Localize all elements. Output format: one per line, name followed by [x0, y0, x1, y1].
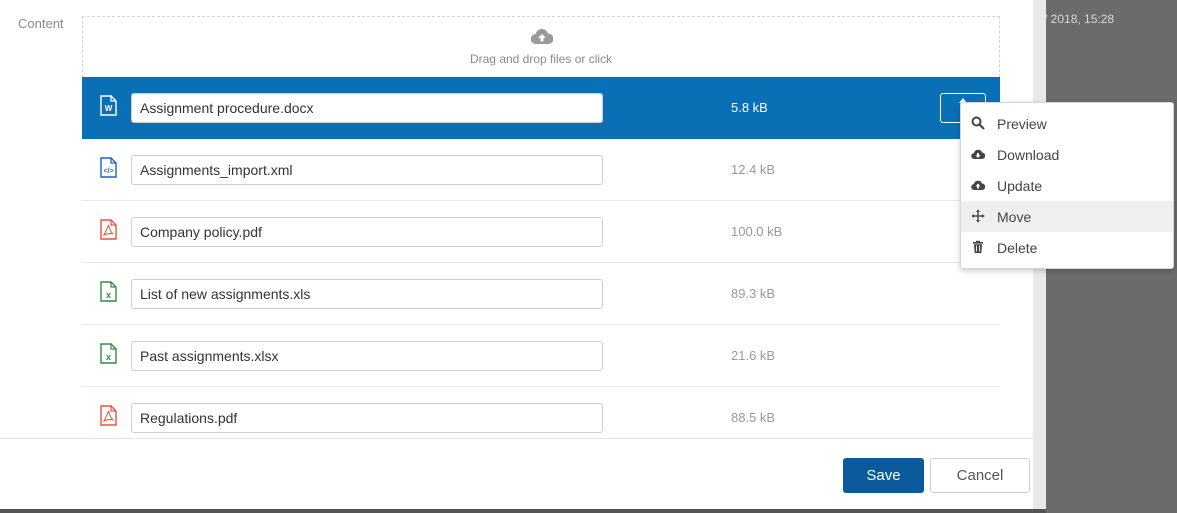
file-list: W 5.8 kB </> 12.4 kB	[82, 77, 1000, 438]
footer-divider	[0, 438, 1033, 439]
menu-item-label: Preview	[997, 116, 1047, 132]
file-row[interactable]: 100.0 kB	[82, 201, 1000, 263]
file-name-input[interactable]	[131, 341, 603, 371]
file-size: 12.4 kB	[731, 162, 776, 177]
file-name-input[interactable]	[131, 93, 603, 123]
file-name-input[interactable]	[131, 217, 603, 247]
file-size: 89.3 kB	[731, 286, 776, 301]
move-icon	[971, 209, 985, 223]
pdf-file-icon	[100, 405, 117, 426]
file-row[interactable]: W 5.8 kB	[82, 77, 1000, 139]
menu-item-label: Update	[997, 178, 1043, 194]
menu-item-label: Move	[997, 209, 1032, 225]
xml-file-icon: </>	[100, 157, 117, 178]
word-file-icon: W	[100, 95, 117, 116]
file-row[interactable]: </> 12.4 kB	[82, 139, 1000, 201]
modal-shadow	[0, 509, 1046, 513]
svg-text:x: x	[106, 352, 111, 362]
svg-text:x: x	[106, 290, 111, 300]
excel-file-icon: x	[100, 343, 117, 364]
svg-text:</>: </>	[103, 168, 113, 175]
file-row[interactable]: x 21.6 kB	[82, 325, 1000, 387]
file-size: 100.0 kB	[731, 224, 783, 239]
menu-item-download[interactable]: Download	[961, 139, 1173, 170]
cloud-upload-icon	[971, 180, 985, 191]
menu-item-label: Delete	[997, 240, 1038, 256]
file-row[interactable]: 88.5 kB	[82, 387, 1000, 438]
trash-icon	[973, 240, 983, 253]
content-label: Content	[18, 16, 64, 31]
menu-item-label: Download	[997, 147, 1060, 163]
menu-item-delete[interactable]: Delete	[961, 232, 1173, 263]
file-dropzone[interactable]: Drag and drop files or click	[82, 16, 1000, 77]
file-size: 21.6 kB	[731, 348, 776, 363]
menu-item-preview[interactable]: Preview	[961, 108, 1173, 139]
file-row[interactable]: x 89.3 kB	[82, 263, 1000, 325]
file-name-input[interactable]	[131, 279, 603, 309]
file-name-input[interactable]	[131, 403, 603, 433]
file-editor-modal: Content Drag and drop files or click W 5…	[0, 0, 1046, 510]
cloud-download-icon	[971, 149, 985, 160]
cloud-upload-icon	[531, 29, 553, 45]
pdf-file-icon	[100, 219, 117, 240]
search-icon	[971, 116, 985, 130]
cancel-button[interactable]: Cancel	[930, 458, 1030, 493]
file-context-menu: Preview Download Update Move Delete	[960, 102, 1174, 269]
save-button[interactable]: Save	[843, 458, 924, 493]
svg-text:W: W	[105, 104, 113, 113]
excel-file-icon: x	[100, 281, 117, 302]
menu-item-move[interactable]: Move	[961, 201, 1173, 232]
menu-item-update[interactable]: Update	[961, 170, 1173, 201]
dropzone-text: Drag and drop files or click	[469, 52, 613, 66]
file-size: 88.5 kB	[731, 410, 776, 425]
file-name-input[interactable]	[131, 155, 603, 185]
background-timestamp: / 2018, 15:28	[1044, 12, 1115, 26]
file-size: 5.8 kB	[731, 100, 768, 115]
